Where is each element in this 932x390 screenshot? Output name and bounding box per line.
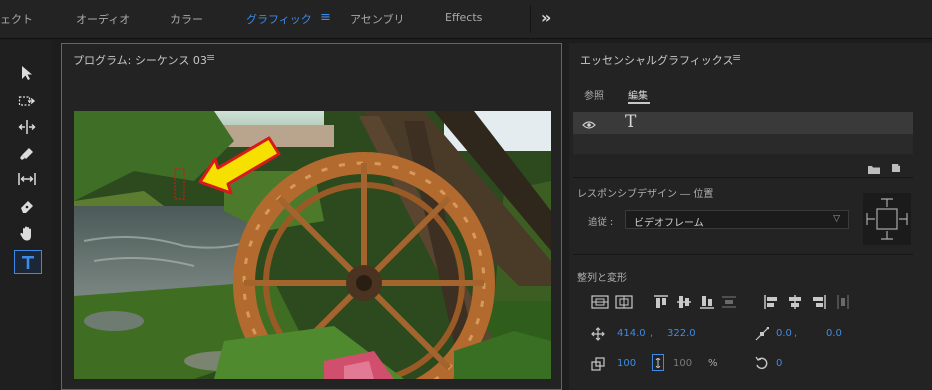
active-tab-underline <box>628 102 650 104</box>
workspace-bar: ェクト オーディオ カラー グラフィック ≡ アセンブリ Effects » <box>0 0 932 39</box>
divider-1 <box>573 177 913 178</box>
program-monitor-title: プログラム: シーケンス 03 <box>73 54 207 67</box>
text-layer-row[interactable]: T <box>573 112 913 134</box>
tab-effects[interactable]: Effects <box>445 11 482 24</box>
position-separator: , <box>650 328 654 339</box>
track-select-tool-icon[interactable] <box>14 90 40 112</box>
program-monitor-menu-icon[interactable]: ≡ <box>206 51 215 64</box>
tab-browse[interactable]: 参照 <box>584 87 604 102</box>
distribute-vertical-icon[interactable] <box>721 294 739 312</box>
position-x-value[interactable]: 414.0 <box>617 328 646 339</box>
align-center-icon[interactable] <box>787 294 805 312</box>
rotation-value[interactable]: 0 <box>776 358 782 369</box>
new-layer-icon[interactable] <box>890 159 902 178</box>
tab-edit[interactable]: 編集 <box>628 87 648 102</box>
align-left-icon[interactable] <box>763 294 781 312</box>
layer-list-area <box>573 134 913 154</box>
pin-to-widget[interactable] <box>863 193 911 245</box>
align-horizontal-center-icon[interactable] <box>615 294 633 312</box>
razor-tool-icon[interactable] <box>14 142 40 164</box>
anchor-x-value[interactable]: 0.0 <box>776 328 792 339</box>
position-icon <box>591 326 605 345</box>
scale-value[interactable]: 100 <box>617 358 636 369</box>
selection-tool-icon[interactable] <box>14 62 40 84</box>
tab-effects-partial[interactable]: ェクト <box>0 11 33 27</box>
workspace-divider <box>530 5 531 33</box>
tab-audio[interactable]: オーディオ <box>76 11 130 27</box>
scale-percent-unit: % <box>708 358 718 369</box>
scale-lock-icon[interactable] <box>652 354 664 371</box>
program-video-frame[interactable] <box>74 111 551 379</box>
follow-label: 追従 : <box>588 217 614 228</box>
essential-graphics-panel: エッセンシャルグラフィックス ≡ 参照 編集 T レスポンシブデザイン ― 位置… <box>569 43 932 390</box>
scale-icon <box>591 356 605 375</box>
tab-color[interactable]: カラー <box>170 11 203 27</box>
align-middle-icon[interactable] <box>676 294 694 312</box>
responsive-design-title: レスポンシブデザイン ― 位置 <box>577 189 714 200</box>
graphics-workspace-menu-icon[interactable]: ≡ <box>320 10 331 25</box>
anchor-point-icon <box>755 326 770 345</box>
anchor-y-value[interactable]: 0.0 <box>826 328 842 339</box>
eye-icon[interactable] <box>582 116 596 135</box>
follow-dropdown-value: ビデオフレーム <box>634 218 704 229</box>
text-layer-type-icon: T <box>625 112 637 132</box>
tools-panel <box>0 40 52 390</box>
rotation-icon <box>755 355 769 374</box>
type-tool-icon[interactable] <box>14 250 42 274</box>
pen-tool-icon[interactable] <box>14 196 40 218</box>
anchor-separator: , <box>794 328 798 339</box>
position-y-value[interactable]: 322.0 <box>667 328 696 339</box>
essential-graphics-menu-icon[interactable]: ≡ <box>732 51 741 64</box>
distribute-horizontal-icon[interactable] <box>835 294 853 312</box>
follow-dropdown[interactable]: ビデオフレーム ▽ <box>625 210 849 229</box>
scale-locked-value: 100 <box>673 358 693 369</box>
divider-2 <box>573 254 913 255</box>
align-top-icon[interactable] <box>653 294 671 312</box>
program-monitor-panel: プログラム: シーケンス 03 ≡ <box>61 43 562 390</box>
align-right-icon[interactable] <box>811 294 829 312</box>
slip-tool-icon[interactable] <box>14 168 40 190</box>
tab-assembly[interactable]: アセンブリ <box>350 11 404 27</box>
hand-tool-icon[interactable] <box>14 222 40 244</box>
align-bottom-icon[interactable] <box>699 294 717 312</box>
ripple-edit-tool-icon[interactable] <box>14 116 40 138</box>
align-transform-title: 整列と変形 <box>577 273 627 284</box>
align-vertical-center-icon[interactable] <box>591 294 609 312</box>
chevron-down-icon: ▽ <box>833 214 840 224</box>
essential-graphics-title: エッセンシャルグラフィックス <box>580 54 734 67</box>
more-workspaces-icon[interactable]: » <box>541 8 551 27</box>
tab-graphics[interactable]: グラフィック <box>246 11 312 27</box>
